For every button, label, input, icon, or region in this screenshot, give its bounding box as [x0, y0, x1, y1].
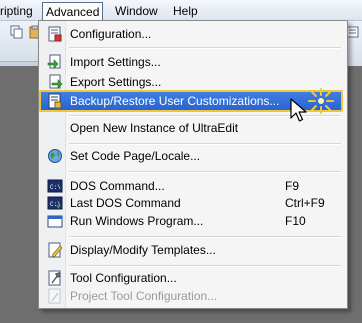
- menu-separator: [69, 47, 341, 49]
- menu-item-label: Export Settings...: [70, 75, 162, 89]
- copy-icon[interactable]: [10, 25, 24, 39]
- menubar-item-advanced[interactable]: Advanced: [42, 2, 104, 21]
- toolbar: [0, 21, 42, 62]
- menu-item-export-settings[interactable]: Export Settings...: [41, 72, 343, 92]
- last-dos-command-icon: C:\: [47, 196, 63, 210]
- menu-item-shortcut: F9: [285, 179, 300, 193]
- advanced-menu: Configuration... Import Settings... Expo…: [38, 20, 348, 309]
- dos-command-icon: C:\: [47, 179, 63, 193]
- menu-item-display-modify-templates[interactable]: Display/Modify Templates...: [41, 240, 343, 260]
- menu-item-label: Configuration...: [70, 27, 152, 41]
- menu-item-shortcut: F10: [285, 214, 306, 228]
- menu-separator: [69, 143, 341, 145]
- menu-item-last-dos-command[interactable]: C:\ Last DOS Command Ctrl+F9: [41, 193, 343, 213]
- run-program-icon: [47, 215, 63, 228]
- menu-item-import-settings[interactable]: Import Settings...: [41, 52, 343, 72]
- click-burst-icon: [308, 88, 334, 114]
- menu-item-label: Display/Modify Templates...: [70, 243, 216, 257]
- menu-item-label: Run Windows Program...: [70, 214, 204, 228]
- menu-item-label: Tool Configuration...: [70, 271, 177, 285]
- menu-separator: [69, 265, 341, 267]
- svg-text:C:\: C:\: [50, 184, 61, 191]
- menu-item-project-tool-configuration: Project Tool Configuration...: [41, 286, 343, 306]
- backup-restore-icon: [48, 93, 62, 109]
- menubar-item-scripting[interactable]: ripting: [0, 3, 36, 19]
- toolbar-icon-right[interactable]: [346, 25, 360, 39]
- export-settings-icon: [49, 74, 63, 89]
- menu-item-shortcut: Ctrl+F9: [285, 196, 325, 210]
- import-settings-icon: [47, 54, 61, 69]
- menu-separator: [69, 236, 341, 238]
- configuration-icon: [48, 26, 62, 42]
- menu-item-label: Last DOS Command: [70, 196, 181, 210]
- menubar-item-window[interactable]: Window: [112, 3, 161, 19]
- menu-item-run-windows-program[interactable]: Run Windows Program... F10: [41, 211, 343, 231]
- menu-item-label: Project Tool Configuration...: [70, 289, 218, 303]
- globe-icon: [48, 149, 62, 163]
- menu-item-tool-configuration[interactable]: Tool Configuration...: [41, 268, 343, 288]
- menu-bar: ripting Advanced Window Help: [0, 0, 362, 21]
- menu-item-label: Backup/Restore User Customizations...: [70, 94, 280, 108]
- tool-configuration-icon: [48, 270, 61, 286]
- mouse-cursor-icon: [290, 98, 307, 122]
- templates-icon: [48, 242, 63, 258]
- menu-item-label: Set Code Page/Locale...: [70, 149, 201, 163]
- toolbar-divider: [0, 62, 42, 66]
- menu-separator: [69, 171, 341, 173]
- menu-item-configuration[interactable]: Configuration...: [41, 24, 343, 44]
- menu-item-label: Import Settings...: [70, 55, 161, 69]
- menu-item-label: Open New Instance of UltraEdit: [70, 121, 239, 135]
- menubar-item-help[interactable]: Help: [170, 3, 201, 19]
- menu-item-label: DOS Command...: [70, 179, 165, 193]
- menu-item-set-code-page[interactable]: Set Code Page/Locale...: [41, 146, 343, 166]
- project-tool-icon: [48, 288, 61, 304]
